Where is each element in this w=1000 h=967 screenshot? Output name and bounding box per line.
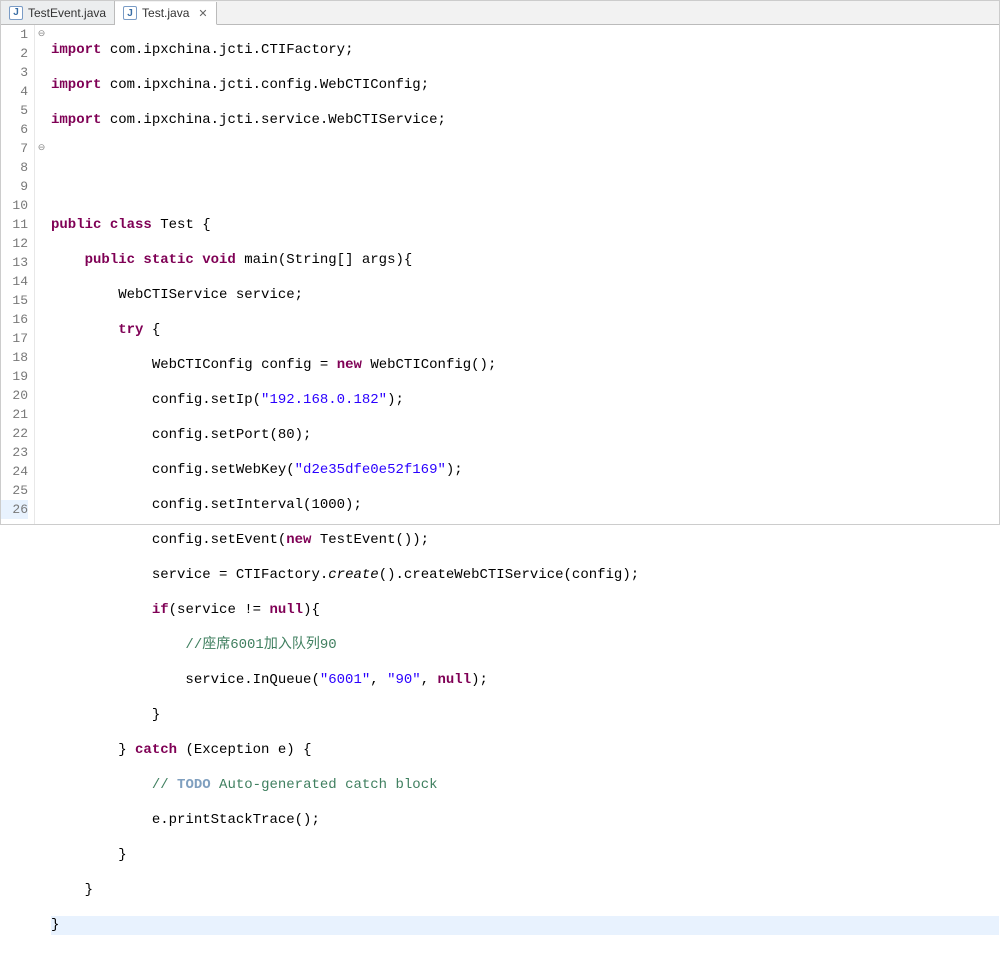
- fold-toggle-icon[interactable]: ⊖: [36, 139, 47, 158]
- tab-testevent[interactable]: J TestEvent.java: [1, 1, 115, 24]
- fold-toggle-icon[interactable]: ⊖: [36, 25, 47, 44]
- tab-test[interactable]: J Test.java ✕: [115, 2, 217, 25]
- close-icon[interactable]: ✕: [198, 7, 207, 20]
- tab-label: TestEvent.java: [28, 6, 106, 20]
- tab-label: Test.java: [142, 6, 189, 20]
- fold-marker-column: ⊖ ⊖: [35, 25, 49, 524]
- code-editor[interactable]: 1 2 3 4 5 6 7 8 9 10 11 12 13 14 15 16 1…: [1, 25, 999, 524]
- java-file-icon: J: [123, 6, 137, 20]
- editor-tabs: J TestEvent.java J Test.java ✕: [1, 1, 999, 25]
- line-number-gutter: 1 2 3 4 5 6 7 8 9 10 11 12 13 14 15 16 1…: [1, 25, 35, 524]
- code-area[interactable]: import com.ipxchina.jcti.CTIFactory; imp…: [49, 25, 999, 524]
- java-file-icon: J: [9, 6, 23, 20]
